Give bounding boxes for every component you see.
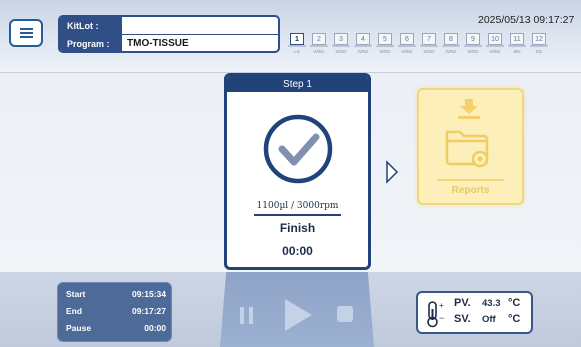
- reports-divider: [437, 179, 504, 181]
- pv-unit: °C: [508, 297, 521, 309]
- sv-row: SV. Off °C: [454, 313, 534, 327]
- kitlot-label: KitLot :: [60, 17, 122, 34]
- step-status: Finish: [279, 221, 316, 235]
- station-6: 6: [400, 33, 414, 45]
- station-base: [464, 45, 482, 47]
- pv-row: PV. 43.3 °C: [454, 297, 534, 311]
- sv-value: Off: [482, 314, 496, 325]
- station-base: [420, 45, 438, 47]
- station-base: [376, 45, 394, 47]
- step-speed: 1100µl / 3000rpm: [256, 201, 339, 211]
- station-12: 12: [532, 33, 546, 45]
- station-base: [508, 45, 526, 47]
- start-label: Start: [66, 289, 86, 299]
- program-row: Program : TMO-TISSUE: [60, 35, 278, 51]
- kit-program-panel: KitLot : Program : TMO-TISSUE: [58, 15, 280, 53]
- pause-label: Pause: [66, 323, 92, 333]
- stop-button[interactable]: [337, 306, 353, 322]
- station-base: [530, 45, 548, 47]
- station-label: W/B2: [489, 49, 501, 54]
- station-11: 11: [510, 33, 524, 45]
- sv-label: SV.: [454, 313, 471, 325]
- station-label: W/B2: [467, 49, 479, 54]
- check-circle-icon: [263, 114, 333, 184]
- pv-label: PV.: [454, 297, 471, 309]
- station-10: 10: [488, 33, 502, 45]
- station-label: W/B1: [313, 49, 325, 54]
- download-icon: [458, 99, 480, 119]
- station-base: [288, 45, 306, 47]
- station-base: [398, 45, 416, 47]
- reports-label: Reports: [451, 185, 490, 196]
- station-base: [310, 45, 328, 47]
- station-8: 8: [444, 33, 458, 45]
- station-label: W/B2: [357, 49, 369, 54]
- start-value: 09:15:34: [131, 289, 166, 299]
- step-card: Step 1 1100µl / 3000rpm Finish 00:00: [224, 73, 371, 270]
- station-9: 9: [466, 33, 480, 45]
- step-time: 00:00: [282, 244, 313, 258]
- next-arrow-icon: [386, 160, 399, 184]
- kitlot-value: [122, 17, 278, 34]
- play-button[interactable]: [282, 297, 314, 333]
- station-label: W/B2: [401, 49, 413, 54]
- station-1: 1: [290, 33, 304, 45]
- station-label: EB: [535, 49, 542, 54]
- end-label: End: [66, 306, 83, 316]
- sv-unit: °C: [508, 313, 521, 325]
- station-label: MN: [513, 49, 521, 54]
- pause-row: Pause 00:00: [66, 323, 166, 337]
- station-indicator: 1 LS 2 W/B1 3 W/B2 4 W/B2 5 W/B2 6 W/B2 7 W/B2 8 W/B2 9 W…: [288, 33, 555, 57]
- end-row: End 09:17:27: [66, 306, 166, 320]
- station-base: [354, 45, 372, 47]
- datetime: 2025/05/13 09:17:27: [478, 14, 575, 26]
- run-times-panel: Start 09:15:34 End 09:17:27 Pause 00:00: [57, 282, 172, 342]
- temperature-panel: + − PV. 43.3 °C SV. Off °C: [416, 291, 533, 334]
- station-3: 3: [334, 33, 348, 45]
- station-base: [442, 45, 460, 47]
- step-title: Step 1: [227, 76, 368, 92]
- folder-icon: [445, 130, 489, 168]
- station-7: 7: [422, 33, 436, 45]
- svg-text:+: +: [439, 301, 444, 310]
- speed-underline: [254, 214, 341, 216]
- station-5: 5: [378, 33, 392, 45]
- pause-button[interactable]: [240, 307, 254, 324]
- station-label: W/B2: [445, 49, 457, 54]
- thermometer-icon: + −: [427, 301, 444, 328]
- station-4: 4: [356, 33, 370, 45]
- station-2: 2: [312, 33, 326, 45]
- end-value: 09:17:27: [131, 306, 166, 316]
- kitlot-row: KitLot :: [60, 17, 278, 35]
- station-base: [332, 45, 350, 47]
- station-label: W/B2: [335, 49, 347, 54]
- start-row: Start 09:15:34: [66, 289, 166, 303]
- menu-button[interactable]: [9, 19, 43, 47]
- pv-value: 43.3: [482, 298, 501, 309]
- station-label: W/B2: [423, 49, 435, 54]
- svg-text:−: −: [439, 313, 444, 323]
- reports-button[interactable]: Reports: [417, 88, 524, 205]
- station-base: [486, 45, 504, 47]
- hamburger-icon: [19, 28, 33, 38]
- station-label: W/B2: [379, 49, 391, 54]
- program-label: Program :: [60, 35, 122, 51]
- program-value: TMO-TISSUE: [127, 38, 189, 49]
- pause-value: 00:00: [144, 323, 166, 333]
- station-label: LS: [294, 49, 300, 54]
